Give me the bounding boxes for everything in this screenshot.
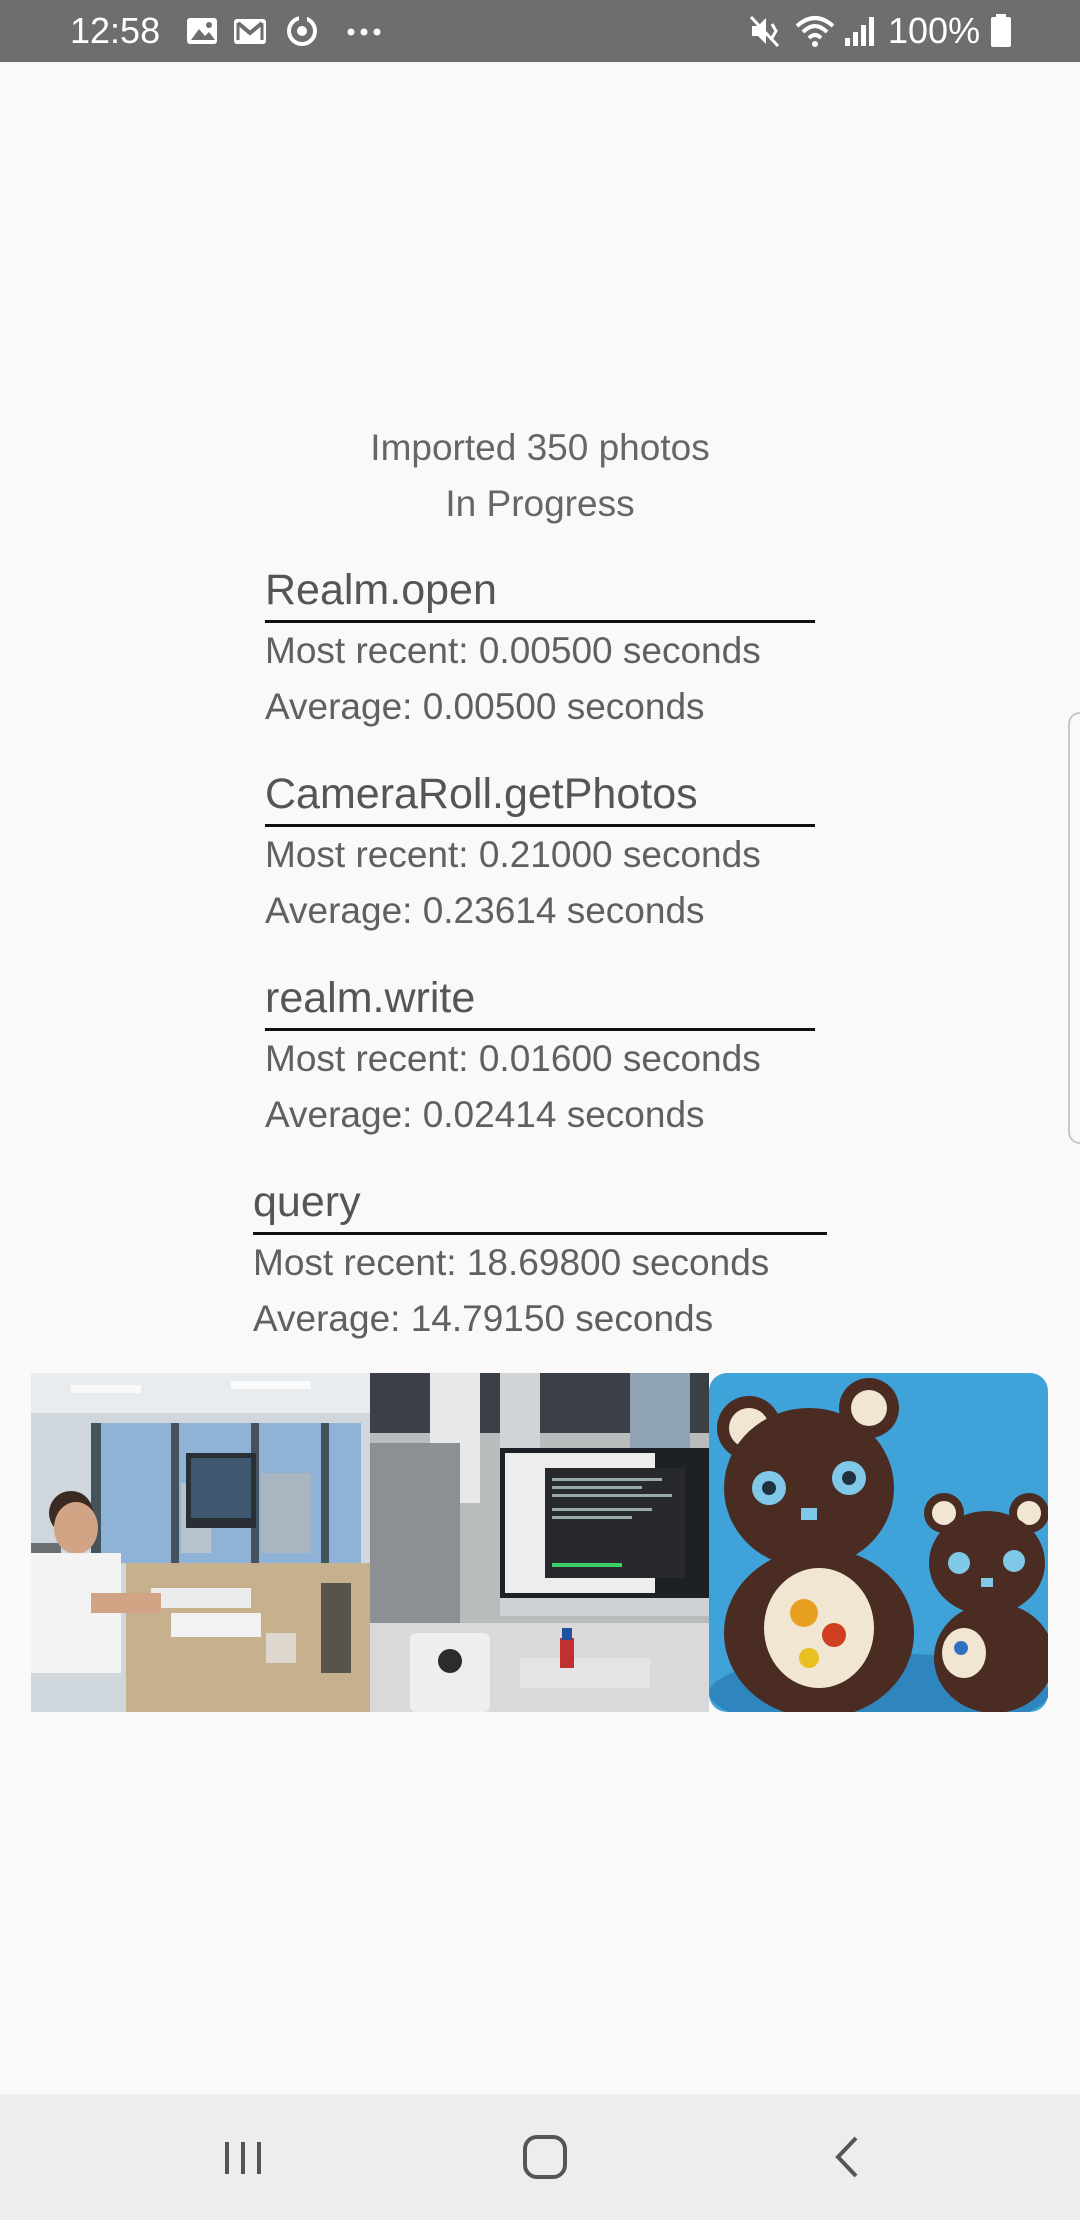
gallery-icon <box>187 18 217 44</box>
navigation-bar <box>0 2094 1080 2220</box>
office-desk-photo[interactable] <box>31 1373 370 1712</box>
metric-most-recent: Most recent: 0.00500 seconds <box>265 630 761 671</box>
metric-name: Realm.open <box>265 566 497 614</box>
metric-name: query <box>253 1178 361 1226</box>
mute-icon <box>749 15 780 48</box>
more-icon <box>347 28 381 36</box>
metric-average: Average: 0.02414 seconds <box>265 1094 705 1135</box>
monitor-terminal-photo[interactable] <box>370 1373 709 1712</box>
metric-name: CameraRoll.getPhotos <box>265 770 698 818</box>
recent-apps-icon[interactable] <box>208 2122 278 2192</box>
back-icon[interactable] <box>812 2122 882 2192</box>
metric-average: Average: 14.79150 seconds <box>253 1298 714 1339</box>
clock: 12:58 <box>70 10 161 51</box>
battery-icon <box>991 14 1011 47</box>
status-bar: 12:58 100% <box>0 0 1080 62</box>
metric-cameraroll-getphotos: CameraRoll.getPhotos Most recent: 0.2100… <box>265 766 815 939</box>
metric-name: realm.write <box>265 974 476 1022</box>
gmail-icon <box>234 19 266 44</box>
metric-average: Average: 0.23614 seconds <box>265 890 705 931</box>
metric-average: Average: 0.00500 seconds <box>265 686 705 727</box>
plush-bears-photo[interactable] <box>709 1373 1048 1712</box>
side-panel-handle[interactable] <box>1068 712 1080 1144</box>
metric-query: query Most recent: 18.69800 seconds Aver… <box>253 1174 827 1347</box>
metric-most-recent: Most recent: 0.21000 seconds <box>265 834 761 875</box>
progress-status: In Progress <box>445 483 635 524</box>
metric-most-recent: Most recent: 18.69800 seconds <box>253 1242 770 1283</box>
battery-percent: 100% <box>888 10 981 51</box>
signal-icon <box>845 17 874 46</box>
metric-realm-write: realm.write Most recent: 0.01600 seconds… <box>265 970 815 1143</box>
wifi-icon <box>795 16 835 47</box>
metric-most-recent: Most recent: 0.01600 seconds <box>265 1038 761 1079</box>
photo-grid <box>31 1373 1048 1712</box>
sync-icon <box>287 15 317 46</box>
imported-count: Imported 350 photos <box>370 427 710 468</box>
metric-realm-open: Realm.open Most recent: 0.00500 seconds … <box>265 562 815 735</box>
home-icon[interactable] <box>510 2122 580 2192</box>
